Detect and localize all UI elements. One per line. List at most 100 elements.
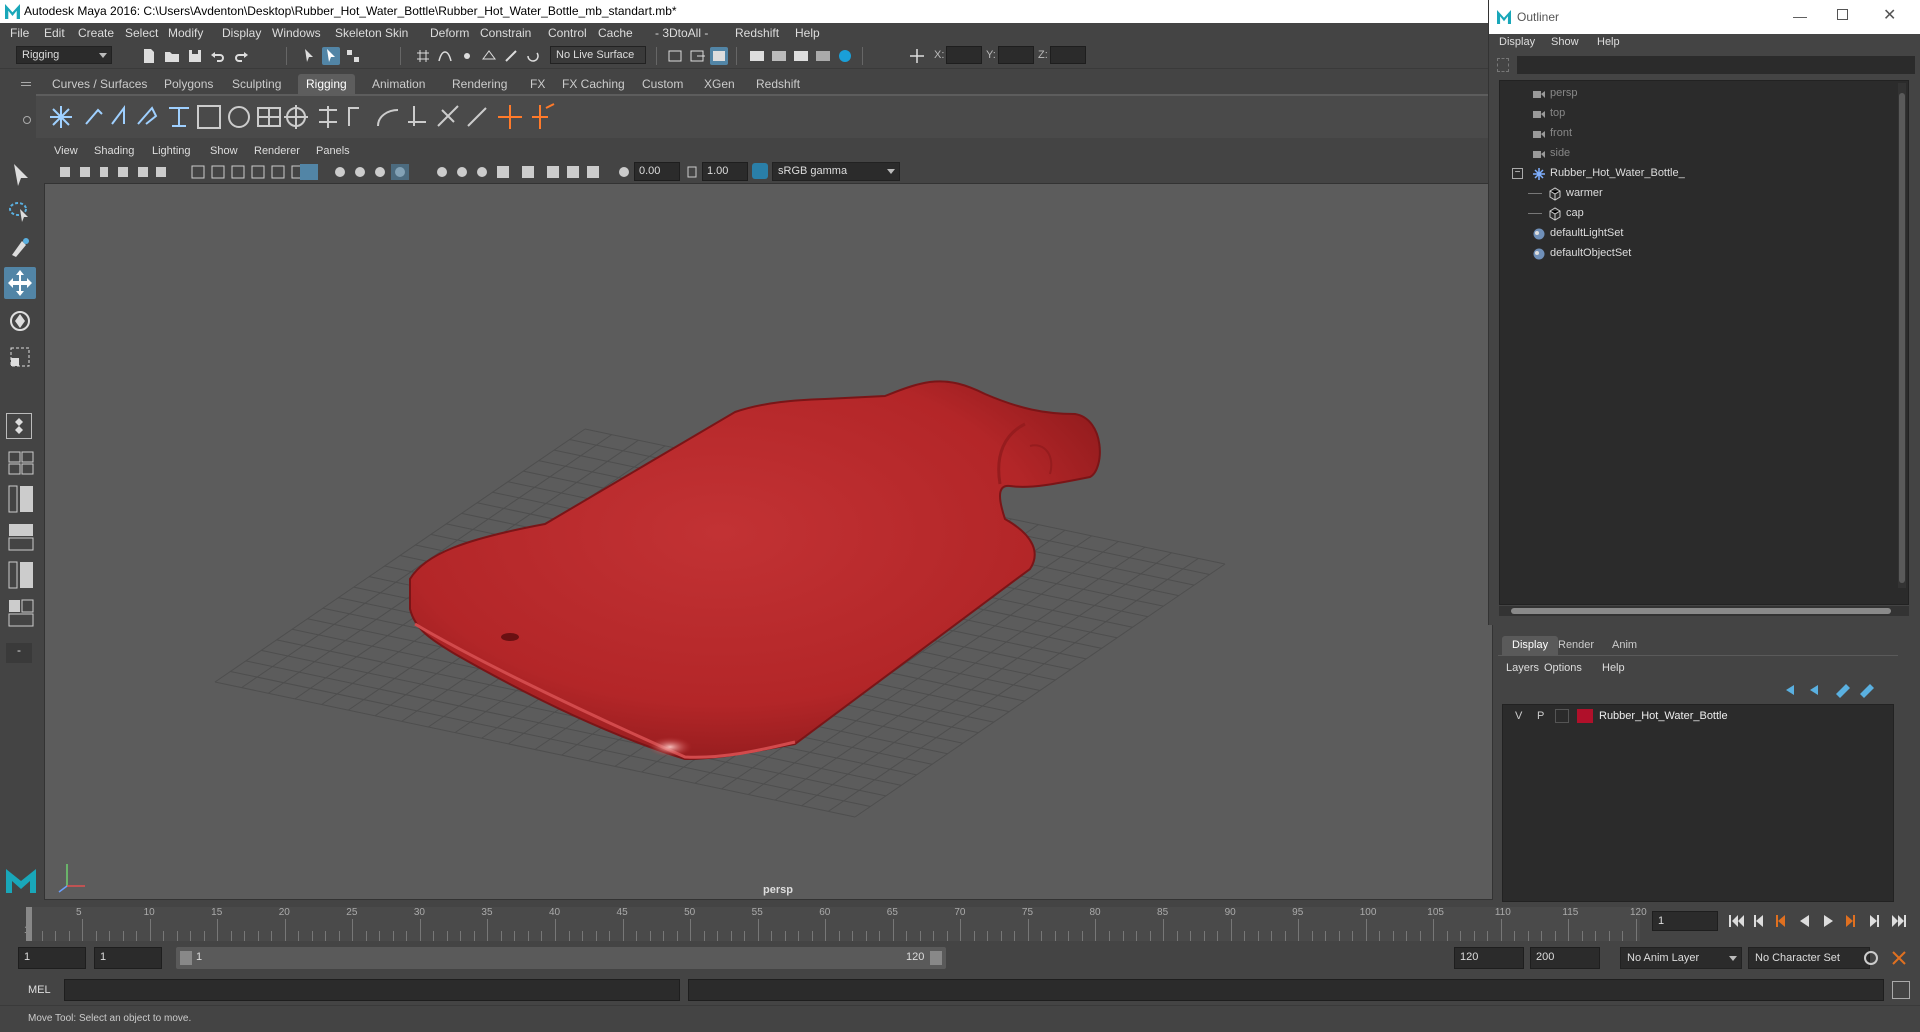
range-end-handle[interactable] — [930, 951, 942, 965]
gamma-field[interactable]: 1.00 — [702, 162, 748, 181]
pole-vector-icon[interactable] — [462, 96, 492, 136]
step-back-key-icon[interactable] — [1750, 911, 1770, 931]
four-pane-layout-icon[interactable] — [8, 451, 34, 475]
layer-visibility-toggle[interactable]: V — [1515, 710, 1522, 722]
anim-layer-dropdown[interactable]: No Anim Layer — [1620, 947, 1742, 969]
current-frame-field[interactable]: 1 — [1652, 911, 1718, 931]
redshift-render-icon[interactable] — [836, 47, 854, 65]
select-hierarchy-icon[interactable] — [300, 47, 318, 65]
viewport-menu-renderer[interactable]: Renderer — [254, 145, 300, 157]
snap-grid-icon[interactable] — [414, 47, 432, 65]
outliner-menu-display[interactable]: Display — [1499, 36, 1535, 48]
hypershade-layout-icon[interactable] — [8, 561, 34, 589]
construction-history-icon[interactable] — [710, 47, 728, 65]
tab-fx-caching[interactable]: FX Caching — [554, 74, 633, 94]
paint-weights-icon[interactable] — [226, 96, 254, 136]
outliner-item-front[interactable]: front — [1500, 125, 1892, 143]
aim-constraint-icon[interactable] — [432, 96, 462, 136]
select-object-icon[interactable] — [322, 47, 340, 65]
paint-select-tool-icon[interactable] — [6, 233, 34, 261]
anim-prefs-icon[interactable] — [1890, 949, 1908, 967]
tab-redshift[interactable]: Redshift — [748, 74, 808, 94]
z-field[interactable] — [1050, 46, 1086, 64]
orient-constraint-icon[interactable] — [372, 96, 402, 136]
current-frame-marker[interactable] — [26, 907, 32, 941]
viewport-menu-view[interactable]: View — [54, 145, 78, 157]
persp-outliner-layout-icon[interactable] — [8, 599, 34, 627]
locator-icon[interactable] — [494, 96, 524, 136]
bind-skin-icon[interactable] — [194, 96, 224, 136]
select-tool-icon[interactable] — [6, 161, 34, 189]
range-slider[interactable]: 1 120 — [176, 947, 946, 969]
persp-graph-layout-icon[interactable] — [8, 523, 34, 551]
outliner-item-persp[interactable]: persp — [1500, 85, 1892, 103]
scale-constraint-icon[interactable] — [402, 96, 432, 136]
outliner-filter-icon[interactable] — [1497, 58, 1509, 72]
layer-tab-render[interactable]: Render — [1548, 636, 1604, 656]
output-ops-icon[interactable] — [688, 47, 706, 65]
collapse-icon[interactable]: − — [1512, 168, 1523, 179]
gamma-icon[interactable] — [686, 165, 698, 179]
y-field[interactable] — [998, 46, 1034, 64]
layer-display-type[interactable] — [1555, 709, 1569, 723]
close-icon[interactable]: ✕ — [1883, 5, 1896, 25]
ik-handle-icon[interactable] — [74, 96, 100, 136]
layout-menu-icon[interactable]: - — [6, 643, 32, 663]
menu-constrain[interactable]: Constrain — [480, 26, 531, 40]
maximize-icon[interactable] — [1837, 9, 1848, 20]
menu-select[interactable]: Select — [125, 26, 158, 40]
time-slider-track[interactable]: 1510152025303540455055606570758085909510… — [24, 907, 1647, 941]
menu-modify[interactable]: Modify — [168, 26, 203, 40]
render-frame-icon[interactable] — [748, 47, 766, 65]
outliner-hscrollbar[interactable] — [1499, 606, 1909, 616]
character-set-dropdown[interactable]: No Character Set — [1748, 947, 1870, 969]
redo-icon[interactable] — [232, 47, 250, 65]
layer-menu-layers[interactable]: Layers — [1506, 662, 1539, 674]
color-management-icon[interactable] — [752, 163, 768, 179]
outliner-persp-layout-icon[interactable] — [8, 485, 34, 513]
move-tool-icon[interactable] — [4, 267, 36, 299]
go-to-end-icon[interactable] — [1890, 911, 1910, 931]
viewport-menu-shading[interactable]: Shading — [94, 145, 134, 157]
playback-end-field[interactable]: 120 — [1454, 947, 1524, 969]
menuset-dropdown[interactable]: Rigging — [16, 46, 112, 64]
start-time-field[interactable]: 1 — [18, 947, 86, 969]
persp-viewport[interactable]: persp — [44, 183, 1493, 900]
ik-spline-icon[interactable] — [100, 96, 126, 136]
menu-display[interactable]: Display — [222, 26, 261, 40]
menu-file[interactable]: File — [10, 26, 29, 40]
select-component-icon[interactable] — [344, 47, 362, 65]
input-ops-icon[interactable] — [666, 47, 684, 65]
layer-playback-toggle[interactable]: P — [1537, 710, 1544, 722]
auto-key-icon[interactable] — [1862, 949, 1880, 967]
menu-edit[interactable]: Edit — [44, 26, 65, 40]
live-surface-field[interactable]: No Live Surface — [550, 46, 646, 64]
outliner-item-side[interactable]: side — [1500, 145, 1892, 163]
humanik-icon[interactable] — [126, 96, 156, 136]
new-scene-icon[interactable] — [140, 47, 158, 65]
tab-curves-surfaces[interactable]: Curves / Surfaces — [44, 74, 155, 94]
layer-menu-help[interactable]: Help — [1602, 662, 1625, 674]
open-scene-icon[interactable] — [163, 47, 181, 65]
ipr-render-icon[interactable] — [770, 47, 788, 65]
exposure-icon[interactable] — [616, 163, 632, 181]
menu-help[interactable]: Help — [795, 26, 820, 40]
snap-curve-icon[interactable] — [436, 47, 454, 65]
step-forward-key-icon[interactable] — [1868, 911, 1888, 931]
viewport-menu-show[interactable]: Show — [210, 145, 238, 157]
snap-rotate-icon[interactable] — [524, 47, 542, 65]
script-editor-icon[interactable] — [1892, 981, 1910, 999]
color-space-dropdown[interactable]: sRGB gamma — [772, 162, 900, 181]
tab-rendering[interactable]: Rendering — [444, 74, 515, 94]
time-slider[interactable]: 1510152025303540455055606570758085909510… — [0, 903, 1920, 943]
tab-rigging[interactable]: Rigging — [298, 74, 355, 94]
lattice-icon[interactable] — [254, 96, 284, 136]
maya-home-icon[interactable] — [4, 865, 38, 895]
layer-tab-anim[interactable]: Anim — [1602, 636, 1647, 656]
skeleton-icon[interactable] — [158, 96, 192, 136]
outliner-item-defaultobjectset[interactable]: defaultObjectSet — [1500, 245, 1892, 263]
step-back-frame-icon[interactable] — [1774, 911, 1794, 931]
layer-color-swatch[interactable] — [1577, 709, 1593, 723]
menu-windows[interactable]: Windows — [272, 26, 321, 40]
outliner-menu-help[interactable]: Help — [1597, 36, 1620, 48]
